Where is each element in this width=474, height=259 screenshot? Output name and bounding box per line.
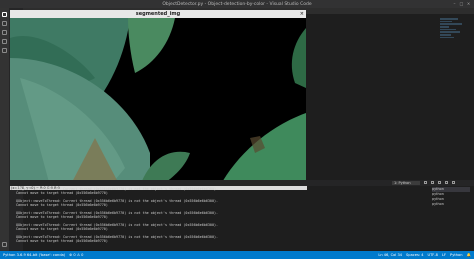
- indentation[interactable]: Spaces: 4: [406, 253, 423, 257]
- debug-icon[interactable]: [2, 39, 7, 44]
- close-panel-icon[interactable]: [452, 181, 455, 184]
- segmented-leaves-image: [10, 18, 306, 186]
- status-bar: Python 3.6.9 64-bit ('base': conda) ⊗ 0 …: [0, 251, 474, 259]
- minimap-line: [440, 28, 456, 31]
- status-bar-right: Ln 46, Col 34 Spaces: 4 UTF-8 LF Python …: [375, 253, 474, 257]
- notifications-icon[interactable]: 🔔: [467, 253, 471, 257]
- window-title: ObjectDetector.py - Object-detection-by-…: [162, 1, 312, 7]
- minimap-line: [440, 18, 458, 20]
- panel-actions: [424, 181, 455, 184]
- add-terminal-icon[interactable]: [424, 181, 427, 184]
- terminal-output[interactable]: QObject::moveToThread: Current thread (0…: [16, 187, 426, 249]
- language-mode[interactable]: Python: [450, 253, 462, 257]
- window-controls: – □ ×: [452, 1, 471, 6]
- minimap-line: [440, 36, 454, 39]
- source-control-icon[interactable]: [2, 30, 7, 35]
- settings-icon[interactable]: [2, 242, 7, 247]
- split-terminal-icon[interactable]: [431, 181, 434, 184]
- extensions-icon[interactable]: [2, 48, 7, 53]
- cursor-position[interactable]: Ln 46, Col 34: [378, 253, 402, 257]
- image-window-titlebar[interactable]: segmented_img ×: [10, 10, 306, 18]
- explorer-icon[interactable]: [2, 12, 7, 17]
- window-titlebar: ObjectDetector.py - Object-detection-by-…: [0, 0, 474, 8]
- segmented-image-window[interactable]: segmented_img × (x=178, y=0) ~ R:0 G:0 B…: [10, 10, 307, 190]
- activity-bar-bottom: [2, 242, 7, 247]
- minimap-line: [440, 20, 452, 23]
- end-of-line[interactable]: LF: [442, 253, 446, 257]
- minimap-line: [440, 34, 451, 36]
- search-icon[interactable]: [2, 21, 7, 26]
- terminal-session-item[interactable]: python: [432, 202, 470, 207]
- close-icon[interactable]: ×: [466, 1, 471, 6]
- status-bar-left: Python 3.6.9 64-bit ('base': conda) ⊗ 0 …: [0, 253, 86, 257]
- minimap-line: [440, 23, 462, 25]
- minimap-line: [440, 31, 460, 33]
- file-encoding[interactable]: UTF-8: [427, 253, 437, 257]
- maximize-panel-icon[interactable]: [445, 181, 448, 184]
- problems-count[interactable]: ⊗ 0 ⚠ 0: [69, 253, 83, 257]
- image-window-title: segmented_img: [135, 11, 181, 17]
- kill-terminal-icon[interactable]: [438, 181, 441, 184]
- minimap[interactable]: [440, 18, 468, 178]
- image-window-close-icon[interactable]: ×: [300, 11, 304, 17]
- minimize-icon[interactable]: –: [452, 1, 457, 6]
- activity-bar: [0, 8, 9, 251]
- minimap-line: [440, 26, 449, 28]
- terminal-selector-dropdown[interactable]: 1: Python: [392, 181, 420, 185]
- python-interpreter[interactable]: Python 3.6.9 64-bit ('base': conda): [3, 253, 65, 257]
- maximize-icon[interactable]: □: [459, 1, 464, 6]
- terminal-session-list: python python python python: [432, 187, 470, 207]
